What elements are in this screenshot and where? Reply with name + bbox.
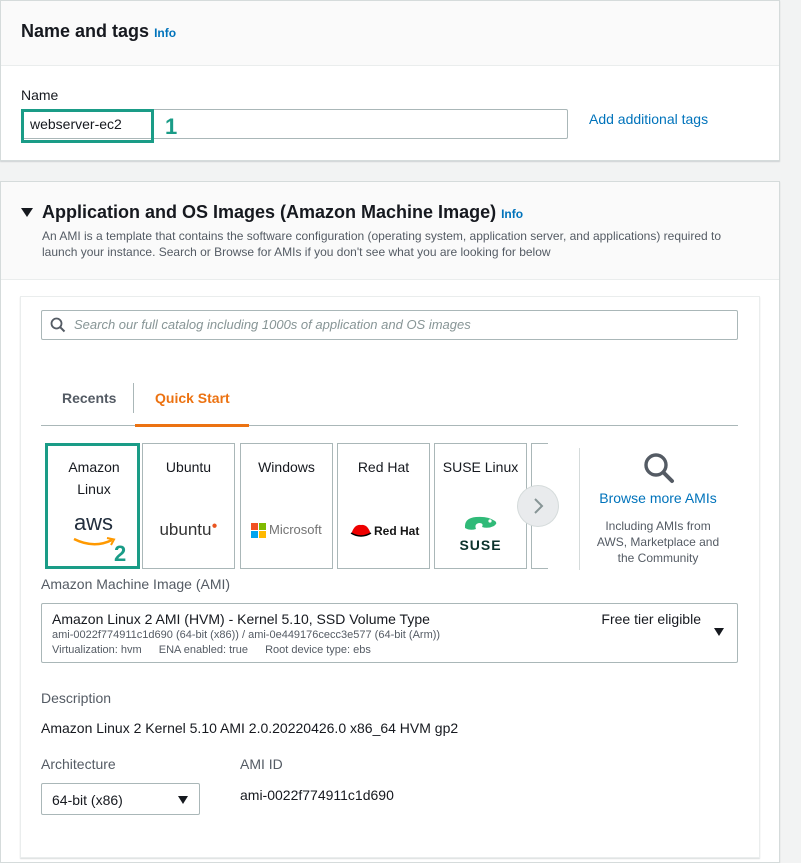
ami-search-input[interactable]: Search our full catalog including 1000s … bbox=[41, 310, 738, 340]
ami-id-label: AMI ID bbox=[240, 756, 283, 772]
microsoft-squares-icon bbox=[251, 523, 266, 538]
tile-ubuntu-label: Ubuntu bbox=[165, 459, 212, 475]
collapse-triangle-icon[interactable] bbox=[21, 208, 33, 217]
ami-info-link[interactable]: Info bbox=[501, 207, 523, 221]
microsoft-logo-icon: Microsoft bbox=[251, 522, 331, 538]
ami-id-value: ami-0022f774911c1d690 bbox=[240, 787, 394, 803]
tab-quick-start-indicator bbox=[135, 424, 249, 427]
add-additional-tags-link[interactable]: Add additional tags bbox=[589, 111, 708, 127]
tile-red-hat[interactable]: Red Hat Red Hat bbox=[337, 443, 430, 569]
ami-select-details: Virtualization: hvm ENA enabled: true Ro… bbox=[52, 644, 371, 656]
chevron-right-icon bbox=[534, 498, 544, 514]
architecture-caret-icon bbox=[178, 796, 188, 804]
tile-ubuntu[interactable]: Ubuntu ubuntu● bbox=[142, 443, 235, 569]
tab-divider bbox=[133, 383, 134, 413]
redhat-logo-text: Red Hat bbox=[374, 524, 420, 538]
tile-suse-label: SUSE Linux bbox=[442, 459, 519, 475]
redhat-hat-icon bbox=[350, 524, 372, 537]
description-value: Amazon Linux 2 Kernel 5.10 AMI 2.0.20220… bbox=[41, 720, 459, 736]
suse-logo-text: SUSE bbox=[459, 537, 502, 553]
ami-section-description: An AMI is a template that contains the s… bbox=[42, 229, 722, 259]
tab-quick-start[interactable]: Quick Start bbox=[155, 390, 230, 406]
description-label: Description bbox=[41, 690, 112, 706]
browse-more-amis-link[interactable]: Browse more AMIs bbox=[590, 490, 726, 506]
search-icon bbox=[50, 317, 66, 333]
ami-select-ids: ami-0022f774911c1d690 (64-bit (x86)) / a… bbox=[52, 629, 441, 641]
step-number-2: 2 bbox=[114, 541, 127, 566]
ubuntu-logo-icon: ubuntu● bbox=[159, 520, 218, 539]
free-tier-badge: Free tier eligible bbox=[601, 611, 701, 627]
ami-section-title: Application and OS Images (Amazon Machin… bbox=[42, 202, 524, 222]
tiles-next-button[interactable] bbox=[518, 486, 558, 526]
tile-suse-linux[interactable]: SUSE Linux SUSE bbox=[434, 443, 527, 569]
browse-divider bbox=[579, 448, 580, 570]
name-highlight-box bbox=[21, 109, 154, 143]
name-tags-title: Name and tags Info bbox=[21, 21, 177, 41]
search-placeholder: Search our full catalog including 1000s … bbox=[74, 317, 471, 332]
ami-label: Amazon Machine Image (AMI) bbox=[41, 576, 231, 592]
ubuntu-logo-text: ubuntu bbox=[159, 520, 212, 539]
browse-search-icon[interactable] bbox=[642, 451, 676, 485]
browse-more-subtitle: Including AMIs from AWS, Marketplace and… bbox=[596, 519, 720, 565]
tile-windows[interactable]: Windows Microsoft bbox=[240, 443, 333, 569]
step-number-1: 1 bbox=[165, 114, 178, 139]
ami-root-device: Root device type: ebs bbox=[265, 644, 371, 656]
ami-virtualization: Virtualization: hvm bbox=[52, 644, 142, 656]
architecture-label: Architecture bbox=[41, 756, 116, 772]
architecture-value: 64-bit (x86) bbox=[52, 792, 123, 808]
tile-redhat-label: Red Hat bbox=[357, 459, 410, 475]
name-tags-info-link[interactable]: Info bbox=[154, 26, 176, 40]
name-label: Name bbox=[21, 87, 59, 103]
suse-logo-icon: SUSE bbox=[435, 514, 526, 553]
redhat-logo-icon: Red Hat bbox=[350, 522, 426, 542]
ami-select-name: Amazon Linux 2 AMI (HVM) - Kernel 5.10, … bbox=[52, 611, 430, 627]
ami-ena: ENA enabled: true bbox=[158, 644, 249, 656]
microsoft-logo-text: Microsoft bbox=[269, 522, 322, 537]
suse-chameleon-icon bbox=[464, 516, 496, 530]
caret-down-icon bbox=[714, 628, 724, 636]
tile-windows-label: Windows bbox=[258, 459, 315, 475]
architecture-select[interactable]: 64-bit (x86) bbox=[41, 783, 200, 815]
ami-select[interactable]: Amazon Linux 2 AMI (HVM) - Kernel 5.10, … bbox=[41, 603, 738, 663]
tab-recents[interactable]: Recents bbox=[62, 390, 116, 406]
